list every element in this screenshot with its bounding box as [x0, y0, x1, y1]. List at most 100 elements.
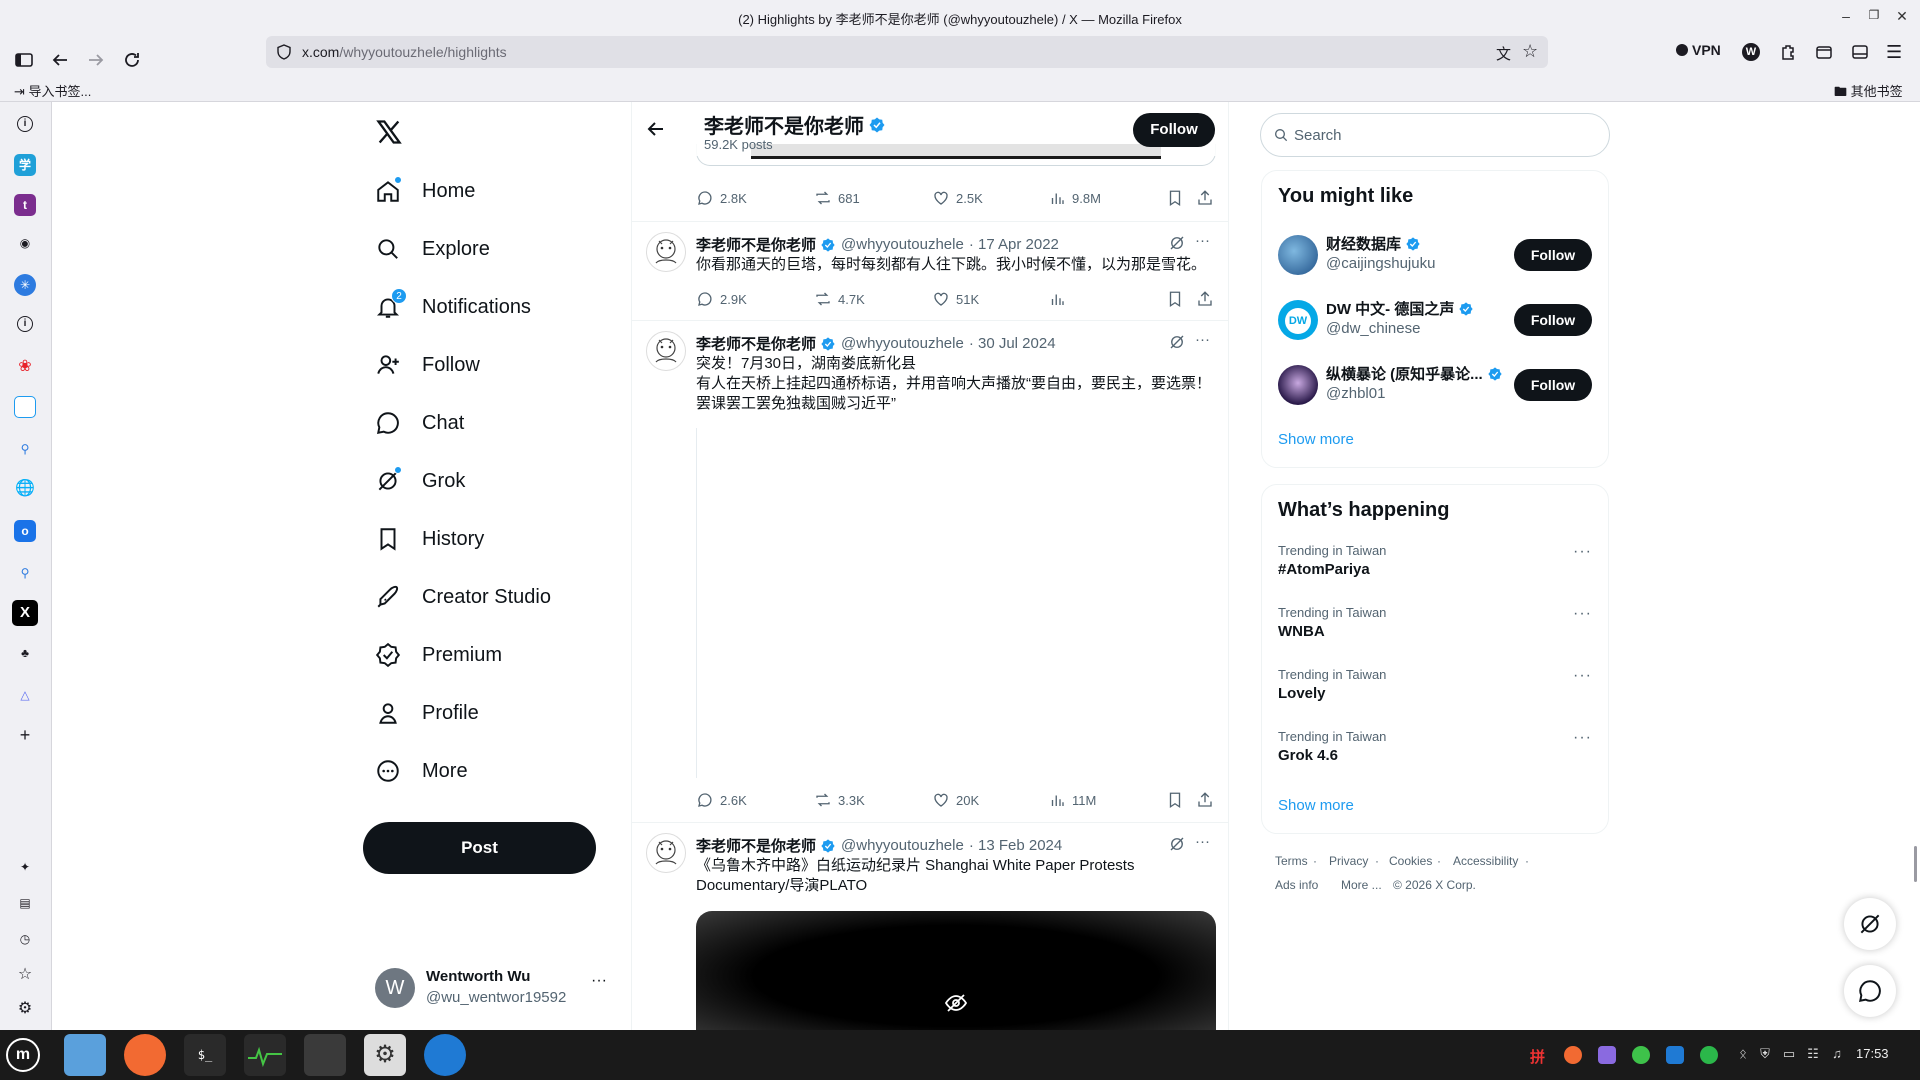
firefox-app-icon[interactable]	[124, 1034, 166, 1076]
tweet-1-share-icon[interactable]	[1196, 290, 1220, 308]
delta-icon[interactable]: △	[14, 684, 36, 706]
trend-item-4[interactable]: Trending in Taiwan Grok 4.6 ···	[1262, 729, 1608, 779]
update-app-icon[interactable]	[424, 1034, 466, 1076]
tweet-2-repost[interactable]: 3.3K	[814, 791, 865, 809]
x-app-icon[interactable]: X	[12, 600, 38, 626]
tweet-2[interactable]: 李老师不是你老师 @whyyoutouzhele · 30 Jul 2024 ·…	[632, 321, 1228, 823]
ai-sparkle-icon[interactable]: ✦	[14, 856, 36, 878]
extension-w-icon[interactable]: W	[1742, 43, 1760, 61]
trend-item-1[interactable]: Trending in Taiwan #AtomPariya ···	[1262, 543, 1608, 593]
shield-icon[interactable]: ⛨	[1756, 1046, 1774, 1064]
network-icon[interactable]: ☷	[1804, 1046, 1822, 1064]
terminal-app-icon[interactable]: $_	[184, 1034, 226, 1076]
tweet-1-like[interactable]: 51K	[932, 290, 979, 308]
footer-privacy[interactable]: Privacy	[1329, 854, 1368, 868]
tweet-3-video[interactable]	[696, 911, 1216, 1030]
bluetooth-icon[interactable]: ᛟ	[1734, 1046, 1752, 1064]
tweet-1-views[interactable]	[1048, 290, 1072, 308]
tweet-0-bookmark-icon[interactable]	[1166, 189, 1190, 207]
tweet-3-date[interactable]: · 13 Feb 2024	[969, 837, 1062, 854]
nav-chat[interactable]: Chat	[375, 401, 464, 445]
back-arrow-icon[interactable]	[646, 119, 666, 139]
tweet-1-name[interactable]: 李老师不是你老师	[696, 234, 816, 255]
search-app-icon[interactable]: ⚲	[14, 438, 36, 460]
nav-history[interactable]: History	[375, 517, 484, 561]
search2-app-icon[interactable]: ⚲	[14, 562, 36, 584]
tweet-3-avatar[interactable]	[646, 833, 686, 873]
you-might-like-show-more[interactable]: Show more	[1278, 431, 1354, 448]
grok-floating-button[interactable]	[1844, 898, 1896, 950]
tweet-2-share-icon[interactable]	[1196, 791, 1220, 809]
tweet-3[interactable]: 李老师不是你老师 @whyyoutouzhele · 13 Feb 2024 ·…	[632, 823, 1228, 1030]
tray-app-3-icon[interactable]	[1632, 1046, 1650, 1064]
tweet-0-share-icon[interactable]	[1196, 189, 1220, 207]
url-bar[interactable]: x.com/whyyoutouzhele/highlights 文 ☆	[266, 36, 1548, 68]
nav-grok[interactable]: Grok	[375, 459, 465, 503]
close-window-button[interactable]: ✕	[1892, 8, 1912, 26]
nav-follow[interactable]: Follow	[375, 343, 480, 387]
clock[interactable]: 17:53	[1856, 1046, 1889, 1061]
tweet-1-more-icon[interactable]: ···	[1195, 232, 1210, 249]
page-scrollbar[interactable]	[1914, 846, 1917, 882]
footer-ads[interactable]: Ads info	[1275, 878, 1318, 892]
translate-icon[interactable]: 文	[1496, 43, 1511, 64]
vpn-button[interactable]: VPN	[1676, 42, 1721, 58]
suggested-user-2[interactable]: DW DW 中文- 德国之声 @dw_chinese Follow	[1262, 294, 1608, 346]
tray-app-4-icon[interactable]	[1666, 1046, 1684, 1064]
app-cluster-icon[interactable]: ♣	[14, 642, 36, 664]
container-icon[interactable]	[1814, 42, 1834, 62]
tweet-3-more-icon[interactable]: ···	[1195, 833, 1210, 850]
tweet-0-like[interactable]: 2.5K	[932, 189, 983, 207]
footer-more[interactable]: More ...	[1341, 878, 1382, 892]
drive-icon[interactable]: ▭	[1780, 1046, 1798, 1064]
volume-icon[interactable]: ♫	[1828, 1046, 1846, 1064]
tweet-1-grok-icon[interactable]	[1168, 234, 1186, 252]
outlook-icon[interactable]: o	[14, 520, 36, 542]
settings-app-icon[interactable]: ⚙	[364, 1034, 406, 1076]
trend-3-more-icon[interactable]: ···	[1573, 667, 1592, 685]
input-method-icon[interactable]: 拼	[1530, 1046, 1548, 1066]
import-bookmarks[interactable]: ⇥ 导入书签...	[14, 81, 91, 100]
tweet-1[interactable]: 李老师不是你老师 @whyyoutouzhele · 17 Apr 2022 ·…	[632, 222, 1228, 321]
tweet-3-grok-icon[interactable]	[1168, 835, 1186, 853]
nav-profile[interactable]: Profile	[375, 691, 479, 735]
menu-icon[interactable]: ☰	[1886, 42, 1902, 63]
history-clock-icon[interactable]: ◷	[14, 928, 36, 950]
reload-icon[interactable]	[120, 48, 144, 72]
user-2-follow-button[interactable]: Follow	[1514, 304, 1592, 336]
account-more-icon[interactable]: ···	[591, 972, 607, 990]
sync-icon[interactable]: ▤	[14, 892, 36, 914]
bookmarks-star-icon[interactable]: ☆	[14, 964, 36, 986]
nav-home[interactable]: Home	[375, 169, 475, 213]
nav-explore[interactable]: Explore	[375, 227, 490, 271]
trend-1-more-icon[interactable]: ···	[1573, 543, 1592, 561]
bird-app-icon[interactable]: ◉	[14, 232, 36, 254]
maximize-button[interactable]: ❐	[1864, 8, 1884, 26]
footer-cookies[interactable]: Cookies	[1389, 854, 1432, 868]
forward-icon[interactable]	[84, 48, 108, 72]
footer-accessibility[interactable]: Accessibility	[1453, 854, 1518, 868]
system-monitor-icon[interactable]	[244, 1034, 286, 1076]
suggested-user-3[interactable]: 纵横暴论 (原知乎暴论... @zhbl01 Follow	[1262, 359, 1608, 411]
tweet-0-views[interactable]: 9.8M	[1048, 189, 1101, 207]
mint-menu-icon[interactable]: m	[6, 1038, 40, 1072]
account-switcher[interactable]: W Wentworth Wu @wu_wentwor19592 ···	[363, 964, 613, 1012]
tweet-2-like[interactable]: 20K	[932, 791, 979, 809]
t-app-icon[interactable]: t	[14, 194, 36, 216]
tweet-0-reply[interactable]: 2.8K	[696, 189, 747, 207]
gear-app-icon[interactable]: ✳	[14, 274, 36, 296]
tweet-1-repost[interactable]: 4.7K	[814, 290, 865, 308]
document-app-icon[interactable]	[304, 1034, 346, 1076]
trend-item-3[interactable]: Trending in Taiwan Lovely ···	[1262, 667, 1608, 717]
bookmark-star-icon[interactable]: ☆	[1522, 41, 1538, 62]
search-input[interactable]: Search	[1260, 113, 1610, 157]
other-bookmarks[interactable]: 🖿 其他书签	[1834, 81, 1903, 105]
tweet-2-avatar[interactable]	[646, 331, 686, 371]
tweet-2-handle[interactable]: @whyyoutouzhele	[841, 335, 964, 352]
nav-premium[interactable]: Premium	[375, 633, 502, 677]
back-icon[interactable]	[48, 48, 72, 72]
tweet-3-name[interactable]: 李老师不是你老师	[696, 835, 816, 856]
reader-view-icon[interactable]	[1850, 42, 1870, 62]
trend-2-more-icon[interactable]: ···	[1573, 605, 1592, 623]
tweet-2-reply[interactable]: 2.6K	[696, 791, 747, 809]
